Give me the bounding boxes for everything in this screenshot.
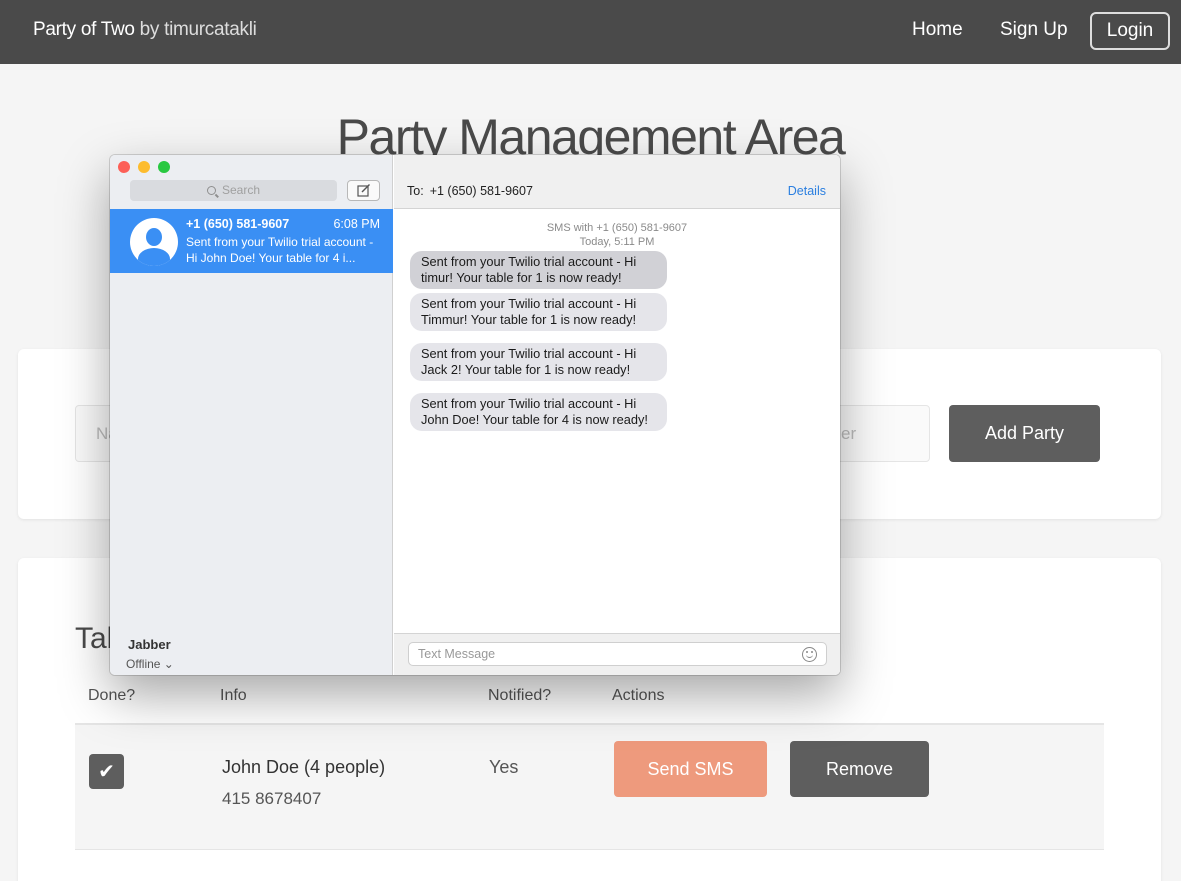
compose-icon: [356, 184, 370, 197]
party-name: John Doe (4 people): [222, 757, 386, 777]
search-input[interactable]: Search: [130, 180, 337, 201]
compose-button[interactable]: [347, 180, 380, 201]
party-phone: 415 8678407: [222, 789, 322, 808]
remove-button[interactable]: Remove: [790, 741, 929, 797]
nav-home-link[interactable]: Home: [912, 19, 963, 41]
conversation-time: 6:08 PM: [333, 217, 380, 231]
emoji-icon[interactable]: [802, 647, 817, 662]
table-row: [75, 725, 1104, 850]
person-icon: [146, 228, 162, 246]
messages-window: Search +1 (650) 581-9607 6:08 PM Sent fr…: [110, 155, 840, 675]
nav-signup-link[interactable]: Sign Up: [1000, 19, 1068, 41]
messages-sidebar: Search +1 (650) 581-9607 6:08 PM Sent fr…: [110, 155, 393, 675]
brand-logo[interactable]: Party of Two by timurcatakli: [33, 19, 257, 41]
conversation-preview: Sent from your Twilio trial account - Hi…: [186, 235, 374, 265]
text-message-input[interactable]: Text Message: [408, 642, 827, 666]
to-label: To:: [407, 184, 424, 198]
zoom-window-button[interactable]: [158, 161, 170, 173]
person-icon-body: [138, 248, 170, 266]
checkmark-icon: ✔: [98, 761, 115, 783]
message-bubble: Sent from your Twilio trial account - Hi…: [410, 343, 667, 381]
message-bubble: Sent from your Twilio trial account - Hi…: [410, 293, 667, 331]
table-title: Tab: [75, 622, 111, 655]
minimize-window-button[interactable]: [138, 161, 150, 173]
top-navbar: Party of Two by timurcatakli Home Sign U…: [0, 0, 1181, 64]
header-done: Done?: [88, 687, 136, 704]
recipient-value: +1 (650) 581-9607: [429, 184, 533, 198]
conversation-name: +1 (650) 581-9607: [186, 217, 290, 231]
account-status-dropdown[interactable]: Offline ⌄: [126, 657, 174, 671]
header-actions: Actions: [612, 687, 665, 704]
details-button[interactable]: Details: [788, 184, 826, 198]
search-placeholder: Search: [221, 183, 261, 197]
close-window-button[interactable]: [118, 161, 130, 173]
message-bubble: Sent from your Twilio trial account - Hi…: [410, 393, 667, 431]
login-button[interactable]: Login: [1090, 12, 1170, 50]
meta-line-timestamp: Today, 5:11 PM: [579, 236, 655, 248]
conversation-pane: To: +1 (650) 581-9607 Details SMS with +1…: [394, 155, 840, 675]
conversation-meta: SMS with +1 (650) 581-9607 Today, 5:11 P…: [394, 221, 840, 249]
conversation-item[interactable]: +1 (650) 581-9607 6:08 PM Sent from your…: [110, 209, 393, 273]
meta-line-service: SMS with +1 (650) 581-9607: [546, 222, 688, 234]
message-placeholder: Text Message: [418, 647, 496, 661]
conversation-header: To: +1 (650) 581-9607 Details: [394, 155, 840, 209]
account-name: Jabber: [128, 637, 171, 652]
header-notified: Notified?: [488, 687, 552, 704]
avatar: [130, 218, 178, 266]
brand-author: by timurcatakli: [139, 19, 257, 40]
send-sms-button[interactable]: Send SMS: [614, 741, 767, 797]
notified-status: Yes: [489, 757, 519, 777]
compose-bar: Text Message: [394, 633, 840, 675]
search-icon: [206, 186, 216, 195]
header-info: Info: [220, 687, 247, 704]
done-checkbox[interactable]: ✔: [89, 754, 124, 789]
add-party-button[interactable]: Add Party: [949, 405, 1100, 462]
message-bubble: Sent from your Twilio trial account - Hi…: [410, 251, 667, 289]
recipient-field[interactable]: To: +1 (650) 581-9607: [407, 184, 533, 198]
brand-name: Party of Two: [33, 19, 135, 40]
